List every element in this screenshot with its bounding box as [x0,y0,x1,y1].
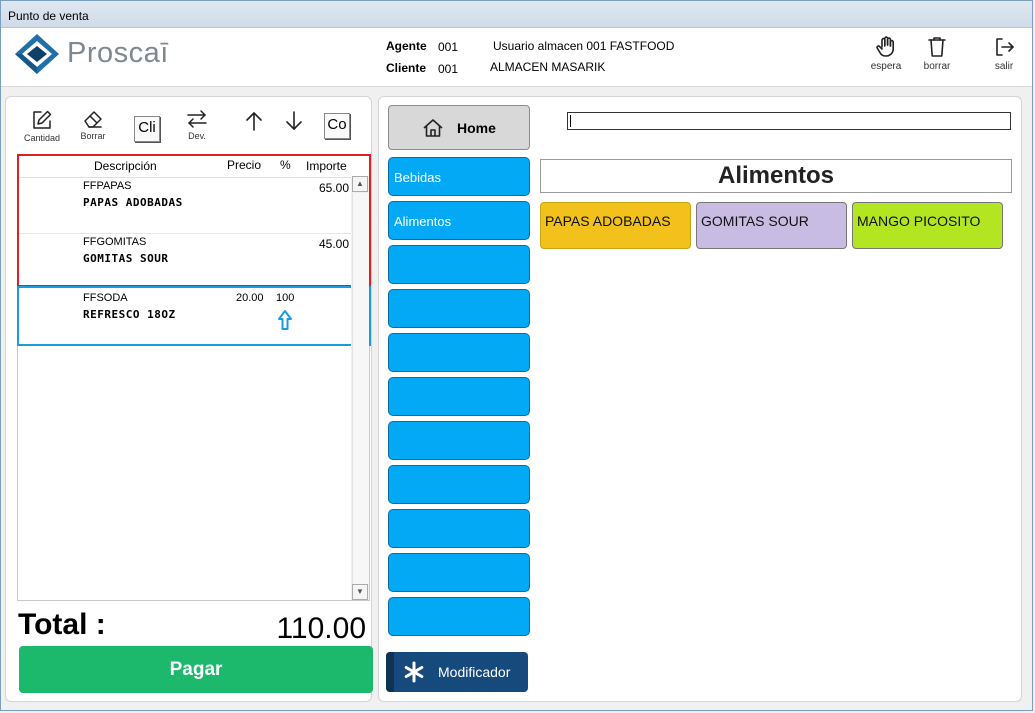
modificador-label: Modificador [438,664,511,680]
espera-button[interactable]: espera [866,36,906,72]
scroll-down-icon[interactable]: ▼ [352,584,368,600]
scroll-up-icon[interactable]: ▲ [352,176,368,192]
logo-text: Proscaī [67,37,169,69]
borrar-venta-button[interactable]: borrar [917,36,957,72]
trash-icon [928,37,946,57]
cliente-button[interactable]: Cli [134,116,160,142]
search-input[interactable] [567,112,1011,130]
espera-label: espera [870,61,902,72]
arrow-up-icon [246,112,262,131]
total-label: Total : [18,608,106,641]
cantidad-label: Cantidad [23,133,61,143]
highlight-box-blue [17,286,371,346]
category-empty[interactable] [388,553,530,592]
category-empty[interactable] [388,333,530,372]
text-caret [570,115,571,127]
agente-name: Usuario almacen 001 FASTFOOD [493,39,675,53]
swap-arrows-icon [187,110,207,128]
agente-label: Agente [386,39,427,53]
scroll-track[interactable] [352,193,369,585]
cliente-label: Cliente [386,61,427,75]
category-empty[interactable] [388,465,530,504]
category-empty[interactable] [388,377,530,416]
modificador-accent [386,652,394,692]
category-title: Alimentos [540,159,1012,193]
move-down-button[interactable] [284,110,304,135]
dev-label: Dev. [188,131,206,141]
logout-icon [996,38,1014,56]
comentario-button[interactable]: Co [324,113,350,139]
category-empty[interactable] [388,289,530,328]
edit-icon [33,110,52,129]
home-label: Home [457,120,496,136]
agente-code: 001 [438,40,459,54]
asterisk-icon [404,661,424,683]
product-papas-adobadas[interactable]: PAPAS ADOBADAS [540,202,691,249]
borrar-label: borrar [923,61,951,72]
borrar-linea-label: Borrar [80,131,106,141]
salir-button[interactable]: salir [984,36,1024,72]
category-alimentos[interactable]: Alimentos [388,201,530,240]
borrar-linea-button[interactable]: Borrar [73,109,113,141]
modificador-button[interactable]: Modificador [386,652,528,692]
hand-icon [876,36,894,57]
title-bar: Punto de venta [1,1,1032,28]
total-value: 110.00 [276,612,366,645]
window-title: Punto de venta [8,9,89,23]
home-icon [423,119,443,137]
devolucion-button[interactable]: Dev. [177,109,217,141]
category-empty[interactable] [388,597,530,636]
proscai-logo-icon [12,32,62,79]
cliente-code: 001 [438,62,459,76]
category-empty[interactable] [388,421,530,460]
product-mango-picosito[interactable]: MANGO PICOSITO [852,202,1003,249]
move-up-button[interactable] [244,110,264,135]
product-gomitas-sour[interactable]: GOMITAS SOUR [696,202,847,249]
grid-scrollbar[interactable]: ▲ ▼ [351,176,369,600]
category-empty[interactable] [388,245,530,284]
pagar-button[interactable]: Pagar [19,646,373,693]
cliente-name: ALMACEN MASARIK [490,60,606,74]
highlight-box-red [17,154,371,287]
salir-label: salir [994,61,1014,72]
arrow-down-icon [286,111,302,130]
home-button[interactable]: Home [388,105,530,150]
cantidad-button[interactable]: Cantidad [22,109,62,143]
category-empty[interactable] [388,509,530,548]
category-bebidas[interactable]: Bebidas [388,157,530,196]
eraser-icon [84,111,102,128]
